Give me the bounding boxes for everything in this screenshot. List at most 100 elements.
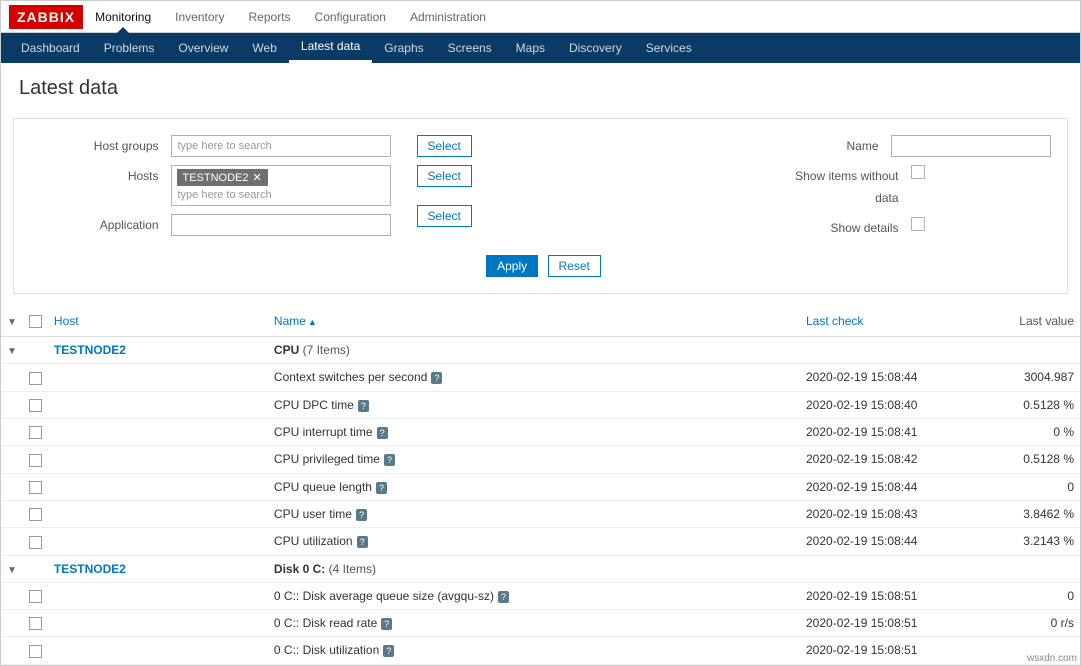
- sort-asc-icon: ▲: [308, 317, 317, 327]
- info-icon[interactable]: ?: [431, 372, 442, 384]
- subnav-services[interactable]: Services: [634, 33, 704, 63]
- collapse-all-icon[interactable]: ▼: [7, 317, 17, 328]
- subnav-discovery[interactable]: Discovery: [557, 33, 634, 63]
- item-name[interactable]: 0 C:: Disk utilization: [274, 643, 379, 657]
- item-count: (7 Items): [303, 343, 350, 357]
- subnav-graphs[interactable]: Graphs: [372, 33, 435, 63]
- close-icon[interactable]: ✕: [253, 172, 262, 184]
- host-groups-input[interactable]: [171, 135, 391, 157]
- topnav-configuration[interactable]: Configuration: [303, 2, 398, 32]
- row-checkbox[interactable]: [29, 508, 42, 521]
- item-count: (4 Items): [329, 562, 376, 576]
- last-check: 2020-02-19 15:08:51: [800, 609, 980, 636]
- host-link[interactable]: TESTNODE2: [54, 562, 126, 576]
- collapse-icon[interactable]: ▼: [7, 346, 17, 357]
- show-without-label: Show items without data: [771, 165, 911, 209]
- item-name[interactable]: CPU interrupt time: [274, 425, 373, 439]
- item-name[interactable]: CPU privileged time: [274, 452, 380, 466]
- topnav-inventory[interactable]: Inventory: [163, 2, 236, 32]
- col-host[interactable]: Host: [54, 314, 79, 328]
- last-value: 0.5128 %: [980, 446, 1080, 473]
- last-check: 2020-02-19 15:08:44: [800, 473, 980, 500]
- subnav-screens[interactable]: Screens: [436, 33, 504, 63]
- item-name[interactable]: CPU DPC time: [274, 398, 354, 412]
- subnav-web[interactable]: Web: [240, 33, 288, 63]
- last-check: 2020-02-19 15:08:41: [800, 418, 980, 445]
- row-checkbox[interactable]: [29, 426, 42, 439]
- host-groups-select-button[interactable]: Select: [417, 135, 472, 157]
- last-check: 2020-02-19 15:08:51: [800, 637, 980, 664]
- app-name: CPU: [274, 343, 299, 357]
- topnav-administration[interactable]: Administration: [398, 2, 498, 32]
- subnav-overview[interactable]: Overview: [166, 33, 240, 63]
- info-icon[interactable]: ?: [384, 454, 395, 466]
- last-value: 0: [980, 473, 1080, 500]
- item-name[interactable]: CPU user time: [274, 507, 352, 521]
- hosts-select-button[interactable]: Select: [417, 165, 472, 187]
- item-name[interactable]: 0 C:: Disk read rate: [274, 616, 377, 630]
- app-name: Disk 0 C:: [274, 562, 325, 576]
- row-checkbox[interactable]: [29, 481, 42, 494]
- topnav-reports[interactable]: Reports: [237, 2, 303, 32]
- col-name[interactable]: Name: [274, 314, 306, 328]
- last-check: 2020-02-19 15:08:40: [800, 391, 980, 418]
- host-link[interactable]: TESTNODE2: [54, 343, 126, 357]
- item-name[interactable]: CPU queue length: [274, 480, 372, 494]
- col-last-check[interactable]: Last check: [806, 314, 863, 328]
- info-icon[interactable]: ?: [356, 509, 367, 521]
- row-checkbox[interactable]: [29, 590, 42, 603]
- subnav-maps[interactable]: Maps: [504, 33, 557, 63]
- col-last-value: Last value: [1019, 314, 1074, 328]
- hosts-tag[interactable]: TESTNODE2✕: [177, 169, 268, 186]
- info-icon[interactable]: ?: [498, 591, 509, 603]
- item-name[interactable]: 0 C:: Disk average queue size (avgqu-sz): [274, 589, 494, 603]
- top-nav: ZABBIX Monitoring Inventory Reports Conf…: [1, 1, 1080, 33]
- filter-panel: Host groups Hosts TESTNODE2✕ type here t…: [13, 118, 1068, 294]
- info-icon[interactable]: ?: [377, 427, 388, 439]
- last-check: 2020-02-19 15:08:43: [800, 500, 980, 527]
- footer-note: wsxdn.com: [1027, 653, 1077, 664]
- apply-button[interactable]: Apply: [486, 255, 538, 277]
- hosts-label: Hosts: [31, 165, 171, 187]
- collapse-icon[interactable]: ▼: [7, 565, 17, 576]
- topnav-monitoring[interactable]: Monitoring: [83, 2, 163, 32]
- info-icon[interactable]: ?: [381, 618, 392, 630]
- last-check: 2020-02-19 15:08:51: [800, 582, 980, 609]
- application-input[interactable]: [171, 214, 391, 236]
- name-label: Name: [771, 135, 891, 157]
- row-checkbox[interactable]: [29, 454, 42, 467]
- last-value: 3.2143 %: [980, 528, 1080, 555]
- data-table: ▼ Host Name▲ Last check Last value ▼ TEST…: [1, 306, 1080, 665]
- last-check: 2020-02-19 15:08:44: [800, 528, 980, 555]
- last-value: 0: [980, 582, 1080, 609]
- row-checkbox[interactable]: [29, 372, 42, 385]
- page-title: Latest data: [1, 63, 1080, 118]
- info-icon[interactable]: ?: [383, 645, 394, 657]
- last-value: 3004.987: [980, 364, 1080, 391]
- row-checkbox[interactable]: [29, 399, 42, 412]
- reset-button[interactable]: Reset: [548, 255, 601, 277]
- last-value: 0 %: [980, 418, 1080, 445]
- hosts-input[interactable]: TESTNODE2✕ type here to search: [171, 165, 391, 206]
- subnav-dashboard[interactable]: Dashboard: [9, 33, 92, 63]
- info-icon[interactable]: ?: [376, 482, 387, 494]
- row-checkbox[interactable]: [29, 536, 42, 549]
- item-name[interactable]: CPU utilization: [274, 534, 353, 548]
- row-checkbox[interactable]: [29, 617, 42, 630]
- subnav-problems[interactable]: Problems: [92, 33, 167, 63]
- row-checkbox[interactable]: [29, 645, 42, 658]
- application-label: Application: [31, 214, 171, 236]
- subnav-latest-data[interactable]: Latest data: [289, 33, 372, 63]
- last-check: 2020-02-19 15:08:44: [800, 364, 980, 391]
- info-icon[interactable]: ?: [358, 400, 369, 412]
- select-all-checkbox[interactable]: [29, 315, 42, 328]
- host-groups-label: Host groups: [31, 135, 171, 157]
- application-select-button[interactable]: Select: [417, 205, 472, 227]
- last-check: 2020-02-19 15:08:42: [800, 446, 980, 473]
- last-value: 0 r/s: [980, 609, 1080, 636]
- name-input[interactable]: [891, 135, 1051, 157]
- item-name[interactable]: Context switches per second: [274, 370, 427, 384]
- show-without-checkbox[interactable]: [911, 165, 925, 179]
- show-details-checkbox[interactable]: [911, 217, 925, 231]
- info-icon[interactable]: ?: [357, 536, 368, 548]
